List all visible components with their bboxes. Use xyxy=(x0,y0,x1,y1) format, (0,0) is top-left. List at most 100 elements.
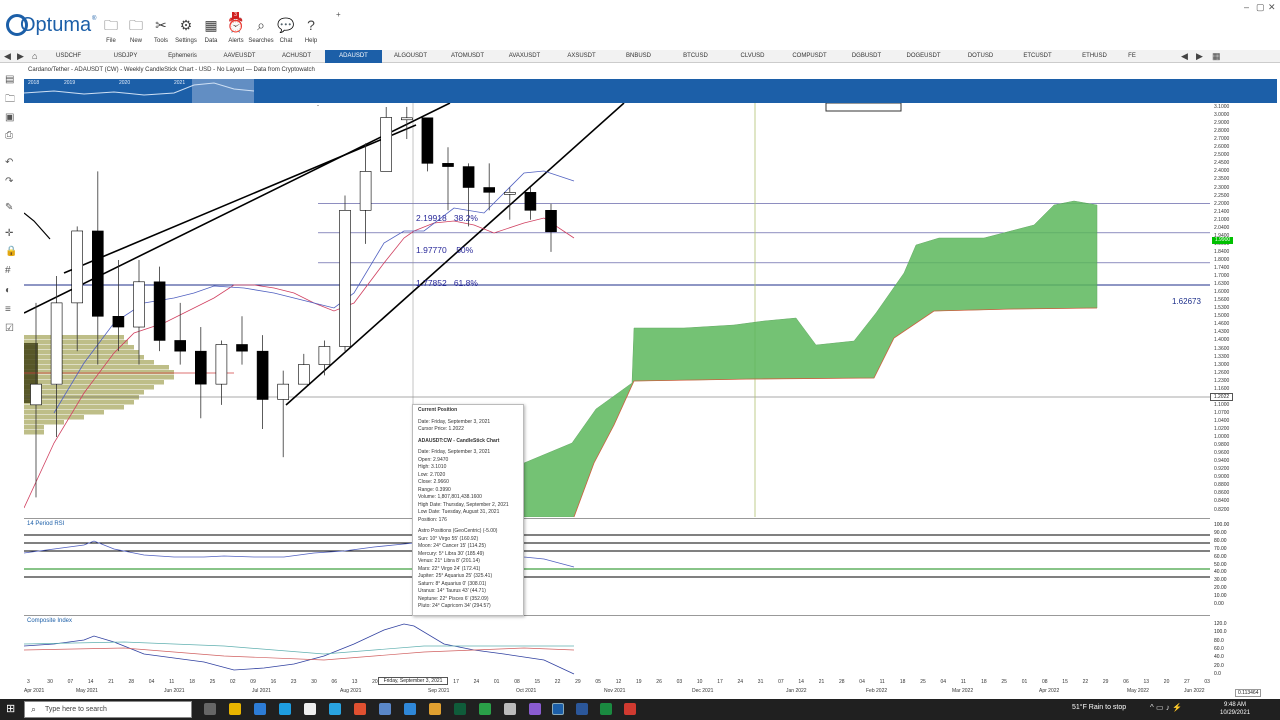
tab-dotusd[interactable]: DOTUSD xyxy=(952,50,1009,63)
rsi-tick-label: 0.00 xyxy=(1214,601,1224,607)
page-icon[interactable]: ▤ xyxy=(5,74,16,85)
tab-scroll-left-icon[interactable]: ◀ xyxy=(1181,50,1188,63)
tab-aaveusdt[interactable]: AAVEUSDT xyxy=(211,50,268,63)
chart-overview-bar[interactable]: 2018 2019 2020 2021 xyxy=(24,79,1277,103)
tab-atomusdt[interactable]: ATOMUSDT xyxy=(439,50,496,63)
date-tick-label: 11 xyxy=(960,679,966,685)
taskbar-search-input[interactable]: ⌕ Type here to search xyxy=(24,701,192,718)
tab-avaxusdt[interactable]: AVAXUSDT xyxy=(496,50,553,63)
open-icon[interactable]: 🗀 xyxy=(5,94,16,105)
price-tick-label: 3.0000 xyxy=(1214,112,1230,119)
volume-bar xyxy=(24,415,84,420)
ribbon-button-searches[interactable]: ⌕ Searches xyxy=(248,14,274,48)
ribbon-button-data[interactable]: ▦ Data xyxy=(198,14,224,48)
draw-tool-icon[interactable]: ✎ xyxy=(5,202,16,213)
tab-btcusd[interactable]: BTCUSD xyxy=(667,50,724,63)
weather-status[interactable]: 51°F Rain to stop xyxy=(1072,704,1126,711)
word-icon[interactable] xyxy=(576,703,588,715)
date-tick-label: 01 xyxy=(493,679,500,685)
date-tick-label: 06 xyxy=(1123,679,1129,685)
price-tick-label: 0.8200 xyxy=(1214,506,1230,513)
tab-etcusdt[interactable]: ETCUSDT xyxy=(1009,50,1066,63)
tab-adausdt[interactable]: ADAUSDT xyxy=(325,50,382,63)
tab-clvusd[interactable]: CLVUSD xyxy=(724,50,781,63)
tab-axsusdt[interactable]: AXSUSDT xyxy=(553,50,610,63)
layers-icon[interactable]: ≡ xyxy=(5,304,16,315)
app-icon[interactable] xyxy=(279,703,291,715)
candle-body xyxy=(256,350,269,400)
tab-bnbusd[interactable]: BNBUSD xyxy=(610,50,667,63)
ribbon-button-alerts[interactable]: ⏰ Alerts xyxy=(223,14,249,48)
candle-body xyxy=(297,364,310,385)
tab-usdchf[interactable]: USDCHF xyxy=(40,50,97,63)
composite-index-panel[interactable]: Composite Index xyxy=(24,615,1210,687)
optuma-taskbar-icon[interactable] xyxy=(552,703,564,715)
ribbon-button-tools[interactable]: ✂ Tools xyxy=(148,14,174,48)
ribbon-button-chat[interactable]: 💬 Chat xyxy=(273,14,299,48)
chrome-icon[interactable] xyxy=(429,703,441,715)
tab-dgbusdt[interactable]: DGBUSDT xyxy=(838,50,895,63)
tab-dogeusdt[interactable]: DOGEUSDT xyxy=(895,50,952,63)
composite-axis: 120.0 100.0 80.0 60.0 40.0 20.0 0.0 xyxy=(1214,617,1254,677)
app-icon[interactable] xyxy=(379,703,391,715)
tab-scroll-right-icon[interactable]: ▶ xyxy=(1196,50,1203,63)
tooltip-astro-row: Mars: 22° Virgo 24' (172.41) xyxy=(418,565,481,572)
app-icon[interactable] xyxy=(329,703,341,715)
redo-icon[interactable]: ↷ xyxy=(5,176,16,187)
volume-bar xyxy=(24,340,128,345)
app-icon[interactable] xyxy=(529,703,541,715)
back-arrow-icon[interactable]: ◀ xyxy=(4,50,11,63)
tab-ephemeris[interactable]: Ephemeris xyxy=(154,50,211,63)
print-icon[interactable]: ⎙ xyxy=(5,130,16,141)
month-label: Aug 2021 xyxy=(340,688,362,694)
price-chart[interactable] xyxy=(24,103,1210,517)
undo-icon[interactable]: ↶ xyxy=(5,157,16,168)
tab-algousdt[interactable]: ALGOUSDT xyxy=(382,50,439,63)
home-icon[interactable]: ⌂ xyxy=(32,50,37,63)
windows-start-icon[interactable]: ⊞ xyxy=(6,702,15,715)
save-icon[interactable]: ▣ xyxy=(5,112,16,123)
price-tick-label: 1.4300 xyxy=(1214,329,1230,336)
edge-icon[interactable] xyxy=(404,703,416,715)
candle-body xyxy=(483,187,496,193)
app-icon[interactable] xyxy=(624,703,636,715)
checklist-icon[interactable]: ☑ xyxy=(5,323,16,334)
search-icon: ⌕ xyxy=(31,704,37,714)
app-icon[interactable] xyxy=(454,703,466,715)
grid-view-icon[interactable]: ▦ xyxy=(1212,50,1221,63)
date-tick-label: 29 xyxy=(1102,679,1109,685)
lock-icon[interactable]: 🔒 xyxy=(5,246,17,257)
tab-achusdt[interactable]: ACHUSDT xyxy=(268,50,325,63)
tab-usdjpy[interactable]: USDJPY xyxy=(97,50,154,63)
app-icon[interactable] xyxy=(304,703,316,715)
ribbon-button-help[interactable]: ? Help xyxy=(298,14,324,48)
tab-fe[interactable]: FE xyxy=(1123,50,1141,63)
app-icon[interactable] xyxy=(254,703,266,715)
rsi-panel[interactable]: 14 Period RSI xyxy=(24,518,1210,613)
rsi-tick-label: 40.00 xyxy=(1214,569,1227,576)
ribbon-button-file[interactable]: 🗀 File xyxy=(98,14,124,48)
maximize-icon[interactable]: ▢ xyxy=(1256,2,1265,13)
minimize-icon[interactable]: – xyxy=(1244,2,1249,12)
add-ribbon-icon[interactable]: + xyxy=(336,10,341,19)
candle xyxy=(297,353,310,385)
ribbon-button-settings[interactable]: ⚙ Settings xyxy=(173,14,199,48)
task-view-icon[interactable] xyxy=(204,703,216,715)
tab-ethusd[interactable]: ETHUSD xyxy=(1066,50,1123,63)
app-icon[interactable] xyxy=(479,703,491,715)
candle-body xyxy=(174,340,186,352)
forward-arrow-icon[interactable]: ▶ xyxy=(17,50,24,63)
ribbon-button-new[interactable]: 🗀 New xyxy=(123,14,149,48)
grid-icon[interactable]: # xyxy=(5,265,16,276)
brave-icon[interactable] xyxy=(354,703,366,715)
system-clock[interactable]: 9:48 AM 10/29/2021 xyxy=(1220,701,1250,717)
crosshair-icon[interactable]: ✛ xyxy=(5,228,16,239)
file-explorer-icon[interactable] xyxy=(229,703,241,715)
app-icon[interactable] xyxy=(600,703,612,715)
app-icon[interactable] xyxy=(504,703,516,715)
palette-icon[interactable]: ◐ xyxy=(5,285,16,296)
tab-compusdt[interactable]: COMPUSDT xyxy=(781,50,838,63)
system-tray-icons[interactable]: ^ ▭ ♪ ⚡ xyxy=(1150,703,1182,712)
composite-ma-line xyxy=(24,647,575,661)
close-icon[interactable]: ✕ xyxy=(1268,2,1276,13)
